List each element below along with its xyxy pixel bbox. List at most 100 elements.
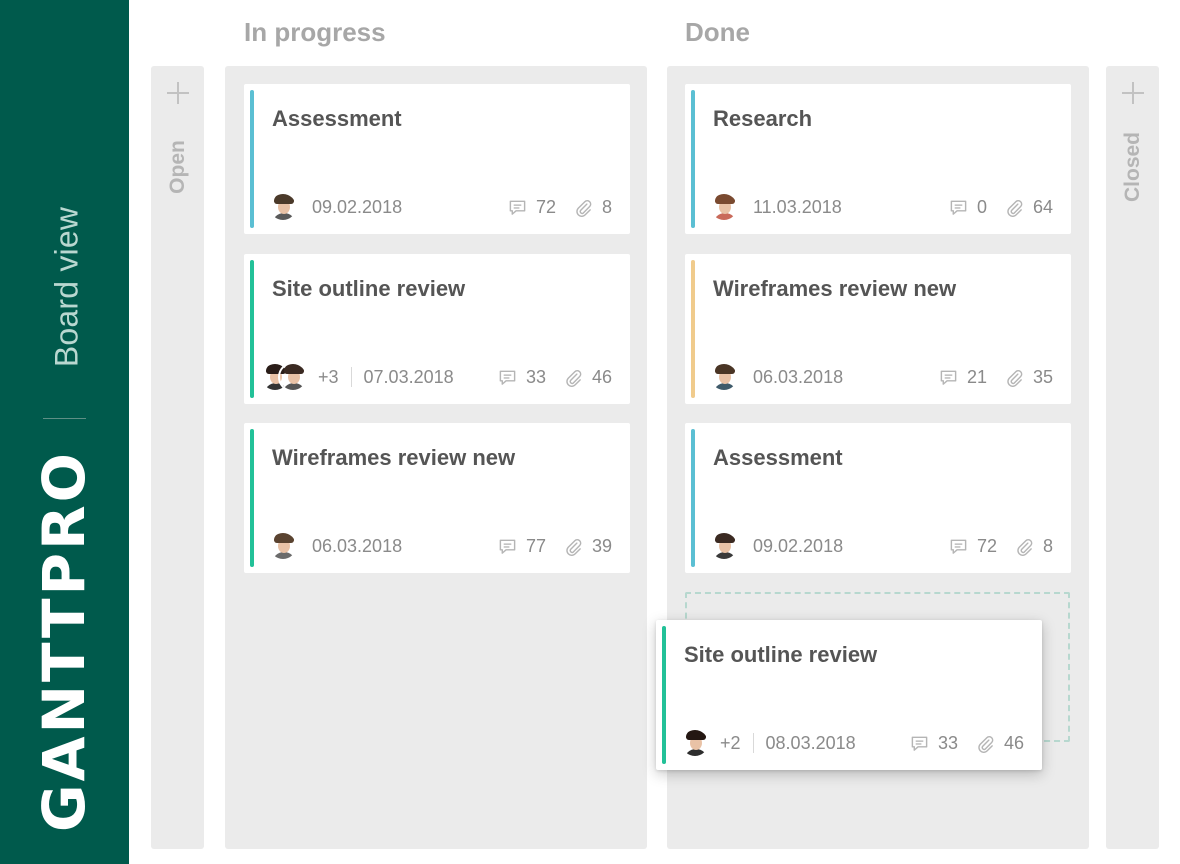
attachment-count[interactable]: 64 [1005, 197, 1053, 218]
card-meta: +2 08.03.2018 33 46 [680, 728, 1024, 758]
avatar[interactable] [709, 531, 739, 561]
attachment-count[interactable]: 8 [574, 197, 612, 218]
comment-icon [508, 198, 527, 217]
card-accent-bar [691, 90, 695, 228]
card-date: 11.03.2018 [753, 196, 842, 217]
dragged-task-card[interactable]: Site outline review +2 08.03.2018 33 46 [656, 620, 1042, 770]
comment-icon [910, 734, 929, 753]
comment-count-value: 77 [525, 535, 546, 556]
avatar[interactable] [709, 362, 739, 392]
card-accent-bar [691, 429, 695, 567]
paperclip-icon [1005, 368, 1024, 387]
paperclip-icon [1015, 537, 1034, 556]
card-meta: 09.02.2018 72 8 [709, 531, 1053, 561]
card-accent-bar [691, 260, 695, 398]
meta-divider [350, 367, 352, 387]
meta-divider [752, 733, 754, 753]
task-card[interactable]: Assessment 09.02.2018 72 8 [244, 84, 630, 234]
task-card[interactable]: Wireframes review new 06.03.2018 77 39 [244, 423, 630, 573]
paperclip-icon [976, 734, 995, 753]
task-card[interactable]: Wireframes review new 06.03.2018 21 35 [685, 254, 1071, 404]
attachment-count[interactable]: 35 [1005, 367, 1053, 388]
paperclip-icon [1005, 198, 1024, 217]
comment-count-value: 72 [535, 196, 556, 217]
card-title: Assessment [713, 445, 843, 470]
card-title: Site outline review [684, 642, 878, 667]
lane-closed-label: Closed [1120, 131, 1144, 203]
task-card[interactable]: Assessment 09.02.2018 72 8 [685, 423, 1071, 573]
lane-open-label: Open [165, 140, 189, 194]
attachment-count[interactable]: 46 [564, 367, 612, 388]
attachment-count[interactable]: 39 [564, 536, 612, 557]
comment-icon [949, 198, 968, 217]
attachment-count-value: 46 [591, 366, 612, 387]
card-date: 08.03.2018 [765, 732, 856, 753]
card-meta: 09.02.2018 72 8 [268, 192, 612, 222]
task-card[interactable]: Site outline review +3 07.03.2018 33 46 [244, 254, 630, 404]
card-title: Assessment [272, 106, 402, 131]
card-title: Wireframes review new [713, 276, 957, 301]
attachment-count-value: 8 [601, 196, 612, 217]
comment-icon [949, 537, 968, 556]
comment-count[interactable]: 33 [498, 367, 546, 388]
avatar [278, 362, 308, 392]
comment-count[interactable]: 21 [939, 367, 987, 388]
comment-count[interactable]: 77 [498, 536, 546, 557]
add-icon[interactable] [166, 82, 189, 104]
board-view-label: Board view [48, 206, 85, 368]
comment-icon [498, 368, 517, 387]
brand-sidebar: Board view GANTTPRO [0, 0, 129, 864]
card-date: 09.02.2018 [753, 535, 844, 556]
card-accent-bar [250, 90, 254, 228]
card-meta: 11.03.2018 0 64 [709, 192, 1053, 222]
avatar-group[interactable] [260, 362, 308, 392]
comment-count[interactable]: 72 [508, 197, 556, 218]
avatar[interactable] [268, 192, 298, 222]
column-heading-done: Done [685, 17, 750, 47]
avatar[interactable] [709, 192, 739, 222]
extra-assignees-count[interactable]: +3 [318, 367, 339, 388]
task-card[interactable]: Research 11.03.2018 0 64 [685, 84, 1071, 234]
card-title: Site outline review [272, 276, 466, 301]
card-accent-bar [662, 626, 666, 764]
extra-assignees-count[interactable]: +2 [720, 733, 741, 754]
attachment-count-value: 64 [1032, 196, 1053, 217]
comment-count[interactable]: 33 [910, 733, 958, 754]
card-title: Wireframes review new [272, 445, 516, 470]
attachment-count[interactable]: 8 [1015, 536, 1053, 557]
comment-count-value: 21 [966, 366, 987, 387]
lane-open-collapsed[interactable]: Open [151, 66, 204, 849]
ganttpro-logo: GANTTPRO [30, 450, 98, 832]
lane-closed-collapsed[interactable]: Closed [1106, 66, 1159, 849]
card-meta: 06.03.2018 77 39 [268, 531, 612, 561]
card-accent-bar [250, 260, 254, 398]
comment-count-value: 33 [525, 366, 546, 387]
comment-icon [939, 368, 958, 387]
add-icon[interactable] [1121, 82, 1144, 104]
comment-icon [498, 537, 517, 556]
attachment-count-value: 35 [1032, 366, 1053, 387]
card-date: 09.02.2018 [312, 196, 403, 217]
card-meta: +3 07.03.2018 33 46 [260, 362, 612, 392]
attachment-count-value: 39 [591, 535, 612, 556]
attachment-count-value: 8 [1042, 535, 1053, 556]
avatar[interactable] [680, 728, 710, 758]
paperclip-icon [564, 368, 583, 387]
brand-divider [43, 418, 86, 419]
comment-count-value: 72 [976, 535, 997, 556]
column-heading-in-progress: In progress [244, 17, 386, 47]
paperclip-icon [564, 537, 583, 556]
card-accent-bar [250, 429, 254, 567]
avatar[interactable] [268, 531, 298, 561]
comment-count-value: 0 [976, 196, 987, 217]
card-date: 06.03.2018 [312, 535, 403, 556]
comment-count-value: 33 [937, 732, 958, 753]
card-date: 07.03.2018 [363, 366, 454, 387]
card-date: 06.03.2018 [753, 366, 844, 387]
comment-count[interactable]: 72 [949, 536, 997, 557]
paperclip-icon [574, 198, 593, 217]
attachment-count-value: 46 [1003, 732, 1024, 753]
attachment-count[interactable]: 46 [976, 733, 1024, 754]
comment-count[interactable]: 0 [949, 197, 987, 218]
card-meta: 06.03.2018 21 35 [709, 362, 1053, 392]
